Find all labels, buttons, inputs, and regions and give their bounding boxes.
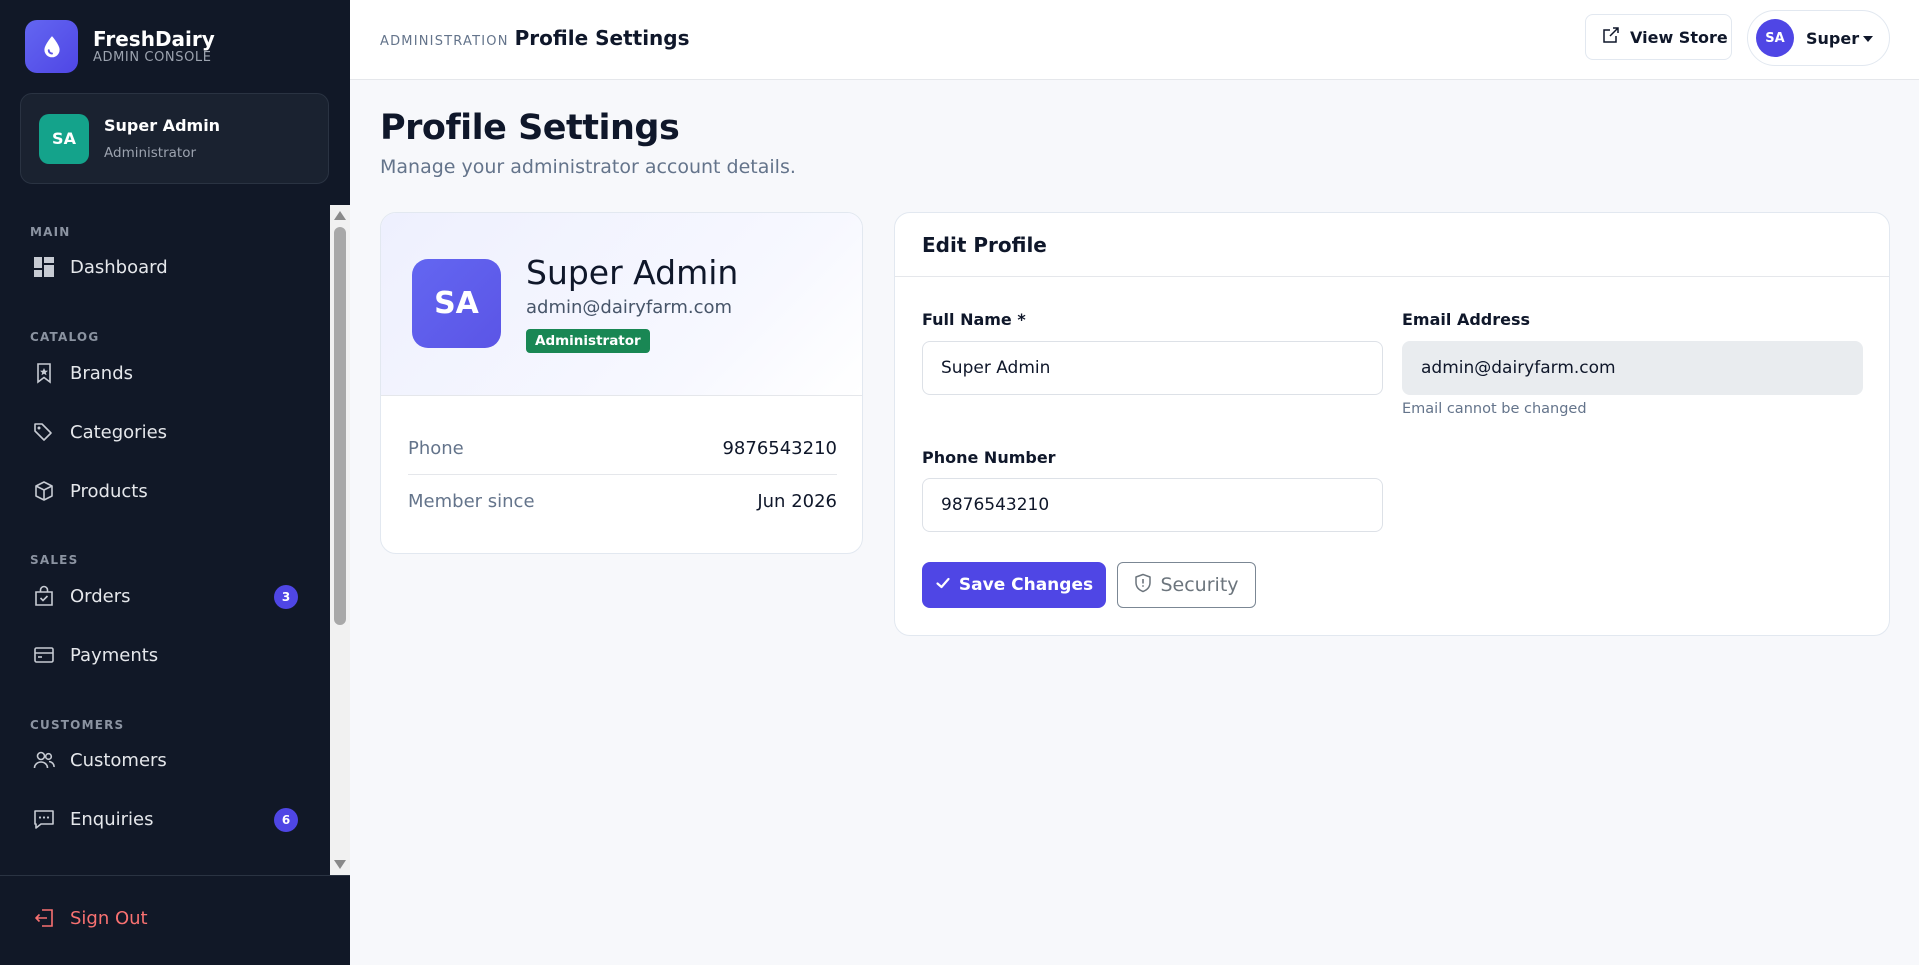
sidebar-footer: Sign Out bbox=[0, 875, 350, 965]
edit-profile-card: Edit Profile Full Name * Email Address E… bbox=[894, 212, 1890, 636]
orders-count-badge: 3 bbox=[274, 585, 298, 609]
sidebar-item-dashboard[interactable]: Dashboard bbox=[20, 244, 300, 290]
avatar: SA bbox=[39, 113, 89, 164]
sidebar-item-customers[interactable]: Customers bbox=[20, 737, 300, 783]
scroll-thumb[interactable] bbox=[334, 227, 346, 625]
bag-check-icon bbox=[32, 584, 56, 608]
check-icon bbox=[935, 575, 951, 596]
breadcrumb: ADMINISTRATION Profile Settings bbox=[380, 26, 690, 50]
sidebar-item-enquiries[interactable]: Enquiries 6 bbox=[20, 796, 300, 842]
chat-icon bbox=[32, 807, 56, 831]
nav-section-customers: CUSTOMERS bbox=[30, 718, 125, 732]
email-input bbox=[1402, 341, 1863, 395]
save-changes-button[interactable]: Save Changes bbox=[922, 562, 1106, 608]
enquiries-count-badge: 6 bbox=[274, 808, 298, 832]
box-icon bbox=[32, 479, 56, 503]
profile-name: Super Admin bbox=[526, 253, 739, 292]
tag-icon bbox=[32, 420, 56, 444]
profile-menu-name: Super bbox=[1806, 28, 1860, 48]
sidebar-item-label: Brands bbox=[70, 362, 133, 384]
sidebar-item-label: Customers bbox=[70, 749, 167, 771]
sidebar-item-label: Payments bbox=[70, 644, 159, 666]
email-label: Email Address bbox=[1402, 310, 1531, 329]
page-subtitle: Manage your administrator account detail… bbox=[380, 156, 796, 178]
scroll-down-arrow-icon[interactable] bbox=[334, 860, 346, 869]
breadcrumb-title: Profile Settings bbox=[514, 26, 690, 50]
credit-card-icon bbox=[32, 643, 56, 667]
sidebar-user-card: SA Super Admin Administrator bbox=[20, 93, 329, 184]
profile-summary-card: SA Super Admin admin@dairyfarm.com Admin… bbox=[380, 212, 863, 554]
brand-subtitle: ADMIN CONSOLE bbox=[93, 49, 212, 65]
brand[interactable]: FreshDairy ADMIN CONSOLE bbox=[25, 20, 215, 73]
phone-detail-row: Phone 9876543210 bbox=[408, 422, 837, 474]
page-title: Profile Settings bbox=[380, 108, 680, 148]
sidebar-item-label: Categories bbox=[70, 421, 168, 443]
phone-detail-value: 9876543210 bbox=[722, 437, 837, 459]
scroll-up-arrow-icon[interactable] bbox=[334, 211, 346, 220]
sidebar-item-payments[interactable]: Payments bbox=[20, 632, 300, 678]
sign-out-button[interactable]: Sign Out bbox=[32, 906, 148, 930]
role-badge: Administrator bbox=[526, 329, 650, 353]
member-since-value: Jun 2026 bbox=[757, 490, 837, 512]
sidebar-item-categories[interactable]: Categories bbox=[20, 409, 300, 455]
sidebar-user-name: Super Admin bbox=[104, 115, 221, 135]
brand-name: FreshDairy bbox=[93, 26, 215, 51]
sidebar-item-brands[interactable]: Brands bbox=[20, 350, 300, 396]
member-since-label: Member since bbox=[408, 490, 535, 512]
view-store-label: View Store bbox=[1630, 27, 1728, 47]
member-since-row: Member since Jun 2026 bbox=[408, 475, 837, 527]
avatar: SA bbox=[412, 259, 501, 348]
nav-section-catalog: CATALOG bbox=[30, 330, 100, 344]
email-help-text: Email cannot be changed bbox=[1402, 401, 1587, 417]
nav-section-main: MAIN bbox=[30, 225, 71, 239]
sidebar-nav: MAIN Dashboard CATALOG Brands Categories… bbox=[0, 205, 330, 875]
nav-section-sales: SALES bbox=[30, 553, 79, 567]
phone-input[interactable] bbox=[922, 478, 1383, 532]
shield-icon bbox=[1134, 573, 1152, 598]
full-name-input[interactable] bbox=[922, 341, 1383, 395]
people-icon bbox=[32, 748, 56, 772]
sidebar-item-products[interactable]: Products bbox=[20, 468, 300, 514]
bookmark-icon bbox=[32, 361, 56, 385]
profile-summary-header: SA Super Admin admin@dairyfarm.com Admin… bbox=[381, 213, 862, 396]
security-button[interactable]: Security bbox=[1117, 562, 1256, 608]
sign-out-icon bbox=[32, 906, 56, 930]
sidebar-item-label: Orders bbox=[70, 585, 131, 607]
sidebar: FreshDairy ADMIN CONSOLE SA Super Admin … bbox=[0, 0, 350, 965]
top-bar: ADMINISTRATION Profile Settings View Sto… bbox=[350, 0, 1919, 80]
sidebar-item-label: Dashboard bbox=[70, 256, 168, 278]
sidebar-item-label: Enquiries bbox=[70, 808, 154, 830]
profile-email: admin@dairyfarm.com bbox=[526, 297, 733, 318]
caret-down-icon bbox=[1863, 36, 1873, 42]
avatar: SA bbox=[1756, 19, 1794, 57]
droplet-icon bbox=[25, 20, 78, 73]
security-label: Security bbox=[1160, 574, 1239, 596]
edit-profile-title: Edit Profile bbox=[922, 232, 1047, 257]
sidebar-scrollbar[interactable] bbox=[330, 205, 350, 875]
breadcrumb-section: ADMINISTRATION bbox=[380, 34, 509, 49]
phone-detail-label: Phone bbox=[408, 437, 464, 459]
phone-label: Phone Number bbox=[922, 448, 1056, 467]
sidebar-item-orders[interactable]: Orders 3 bbox=[20, 573, 300, 619]
view-store-button[interactable]: View Store bbox=[1585, 14, 1732, 60]
save-changes-label: Save Changes bbox=[958, 575, 1094, 595]
sidebar-item-label: Products bbox=[70, 480, 148, 502]
profile-menu-button[interactable]: SA Super bbox=[1747, 10, 1890, 66]
edit-profile-header: Edit Profile bbox=[895, 213, 1889, 277]
dashboard-grid-icon bbox=[32, 255, 56, 279]
full-name-label: Full Name * bbox=[922, 310, 1026, 329]
sidebar-user-role: Administrator bbox=[104, 144, 197, 161]
sign-out-label: Sign Out bbox=[70, 907, 148, 929]
external-link-icon bbox=[1602, 26, 1620, 48]
